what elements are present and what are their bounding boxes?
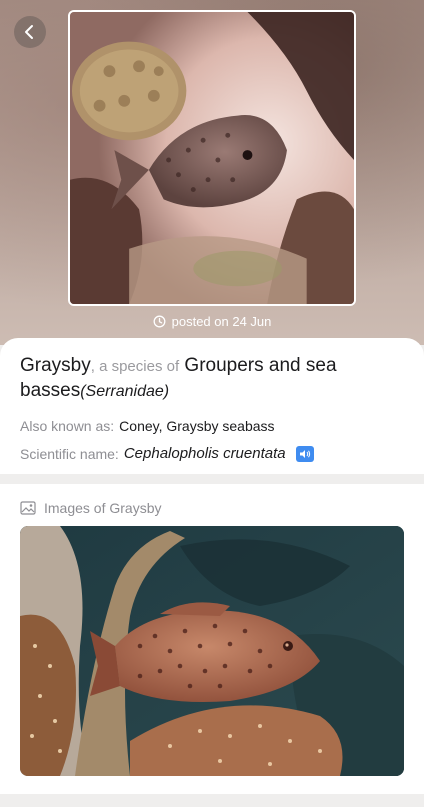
hero-section: posted on 24 Jun xyxy=(0,0,424,345)
sci-value: Cephalopholis cruentata xyxy=(123,445,286,462)
aka-value: Coney, Graysby seabass xyxy=(119,418,275,434)
aka-label: Also known as: xyxy=(20,418,115,434)
species-info-card: Graysby, a species of Groupers and sea b… xyxy=(0,338,424,474)
posted-photo[interactable] xyxy=(68,10,356,306)
clock-icon xyxy=(153,315,166,328)
family-name: (Serranidae) xyxy=(80,383,170,400)
species-image[interactable] xyxy=(20,526,404,776)
common-name: Graysby xyxy=(20,355,91,376)
images-section-header: Images of Graysby xyxy=(20,500,404,516)
species-title: Graysby, a species of Groupers and sea b… xyxy=(20,354,404,404)
images-section-title: Images of Graysby xyxy=(44,500,162,516)
sci-label: Scientific name: xyxy=(20,445,119,462)
back-button[interactable] xyxy=(14,16,46,48)
image-icon xyxy=(20,501,36,515)
posted-label: posted on 24 Jun xyxy=(171,314,272,329)
chevron-left-icon xyxy=(25,25,33,39)
images-section: Images of Graysby xyxy=(0,484,424,794)
species-of-text: , a species of xyxy=(90,358,180,375)
speaker-icon xyxy=(299,449,310,458)
posted-date: posted on 24 Jun xyxy=(0,314,424,329)
scientific-name-row: Scientific name: Cephalopholis cruentata xyxy=(20,445,404,462)
aka-row: Also known as: Coney, Graysby seabass xyxy=(20,418,404,434)
pronounce-button[interactable] xyxy=(295,445,314,462)
